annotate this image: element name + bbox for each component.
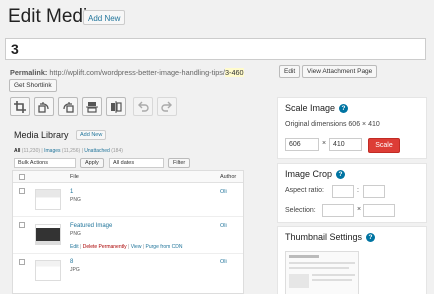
media-thumbnail[interactable] — [35, 224, 61, 245]
media-thumbnail[interactable] — [35, 260, 61, 281]
thumbnail-settings-title: Thumbnail Settings? — [285, 232, 376, 242]
crop-icon — [14, 100, 26, 113]
help-icon[interactable]: ? — [336, 170, 346, 179]
dates-select[interactable]: All dates — [109, 158, 164, 168]
table-row: 8 JPG Oli — [13, 255, 243, 293]
selection-width-input[interactable] — [322, 204, 354, 217]
filter-images-count: (11,256) — [61, 148, 81, 154]
filter-images[interactable]: Images — [44, 148, 60, 154]
file-name[interactable]: 1 — [70, 189, 73, 195]
flip-vertical-button[interactable] — [82, 97, 102, 116]
redo-button[interactable] — [157, 97, 177, 116]
bulk-actions-select[interactable]: Bulk Actions — [14, 158, 76, 168]
filter-all[interactable]: All — [14, 148, 20, 154]
image-crop-panel: Image Crop? Aspect ratio: : Selection: × — [277, 163, 427, 223]
redo-icon — [161, 101, 172, 112]
thumbnail-settings-panel: Thumbnail Settings? — [277, 226, 427, 294]
scale-image-panel: Scale Image? Original dimensions 606 × 4… — [277, 97, 427, 159]
file-author[interactable]: Oli — [220, 223, 227, 229]
flip-horizontal-button[interactable] — [106, 97, 126, 116]
column-author[interactable]: Author — [220, 174, 236, 180]
title-input[interactable] — [5, 38, 426, 60]
purge-cdn-link[interactable]: Purge from CDN — [146, 244, 183, 250]
add-new-button[interactable]: Add New — [83, 10, 126, 25]
column-file[interactable]: File — [70, 174, 79, 180]
dates-value: All dates — [113, 160, 135, 166]
view-link[interactable]: View — [131, 244, 142, 250]
colon-label: : — [357, 187, 359, 194]
filter-all-count: (11,230) — [21, 148, 41, 154]
edit-link[interactable]: Edit — [70, 244, 79, 250]
image-crop-title: Image Crop? — [285, 169, 346, 179]
file-type: PNG — [70, 197, 81, 203]
permalink-label: Permalink: — [10, 68, 48, 77]
file-name[interactable]: 8 — [70, 259, 73, 265]
rotate-right-button[interactable] — [58, 97, 78, 116]
thumbnail-preview — [285, 251, 359, 294]
scale-image-title: Scale Image? — [285, 103, 349, 113]
apply-button[interactable]: Apply — [80, 158, 104, 168]
help-icon[interactable]: ? — [366, 233, 376, 242]
media-library-title: Media Library — [14, 130, 69, 140]
permalink-url[interactable]: http://wplift.com/wordpress-better-image… — [49, 68, 225, 77]
media-table: File Author 1 PNG Oli Featured Image PNG… — [12, 170, 244, 294]
undo-button[interactable] — [133, 97, 153, 116]
rotate-right-icon — [63, 101, 74, 113]
filter-unattached-count: (184) — [111, 148, 123, 154]
file-author[interactable]: Oli — [220, 189, 227, 195]
times-label: × — [357, 206, 362, 213]
aspect-ratio-label: Aspect ratio: — [285, 187, 324, 194]
rotate-left-button[interactable] — [34, 97, 54, 116]
media-thumbnail[interactable] — [35, 189, 61, 210]
permalink: Permalink: http://wplift.com/wordpress-b… — [10, 68, 244, 77]
flip-horizontal-icon — [111, 100, 122, 113]
bulk-actions-value: Bulk Actions — [18, 160, 48, 166]
scale-width-input[interactable]: 606 — [285, 138, 319, 151]
row-checkbox[interactable] — [19, 188, 25, 194]
table-row: Featured Image PNG Edit | Delete Permane… — [13, 218, 243, 254]
flip-vertical-icon — [86, 101, 98, 113]
delete-permanently-link[interactable]: Delete Permanently — [83, 244, 127, 250]
filter-button[interactable]: Filter — [168, 158, 191, 168]
file-author[interactable]: Oli — [220, 259, 227, 265]
aspect-ratio-width-input[interactable] — [332, 185, 354, 198]
table-row: 1 PNG Oli — [13, 184, 243, 217]
times-label: × — [322, 140, 327, 147]
rotate-left-icon — [38, 101, 49, 113]
row-checkbox[interactable] — [19, 222, 25, 228]
permalink-slug[interactable]: 3-460 — [224, 68, 244, 77]
file-type: PNG — [70, 231, 81, 237]
help-icon[interactable]: ? — [339, 104, 349, 113]
original-dimensions: Original dimensions 606 × 410 — [285, 121, 380, 128]
view-attachment-button[interactable]: View Attachment Page — [302, 65, 378, 78]
filter-unattached[interactable]: Unattached — [84, 148, 110, 154]
scale-height-input[interactable]: 410 — [329, 138, 362, 151]
select-all-checkbox[interactable] — [19, 174, 25, 180]
aspect-ratio-height-input[interactable] — [363, 185, 385, 198]
file-type: JPG — [70, 267, 80, 273]
scale-button[interactable]: Scale — [368, 138, 400, 153]
row-checkbox[interactable] — [19, 259, 25, 265]
undo-icon — [138, 101, 149, 112]
row-actions: Edit | Delete Permanently | View | Purge… — [70, 244, 183, 250]
file-name[interactable]: Featured Image — [70, 223, 112, 229]
table-header: File Author — [13, 171, 243, 183]
crop-button[interactable] — [10, 97, 30, 116]
media-library-add-new-button[interactable]: Add New — [76, 130, 107, 140]
edit-permalink-button[interactable]: Edit — [279, 65, 301, 78]
get-shortlink-button[interactable]: Get Shortlink — [9, 79, 57, 92]
selection-label: Selection: — [285, 207, 316, 214]
selection-height-input[interactable] — [363, 204, 395, 217]
media-filters: All (11,230) | Images (11,256) | Unattac… — [14, 148, 123, 154]
